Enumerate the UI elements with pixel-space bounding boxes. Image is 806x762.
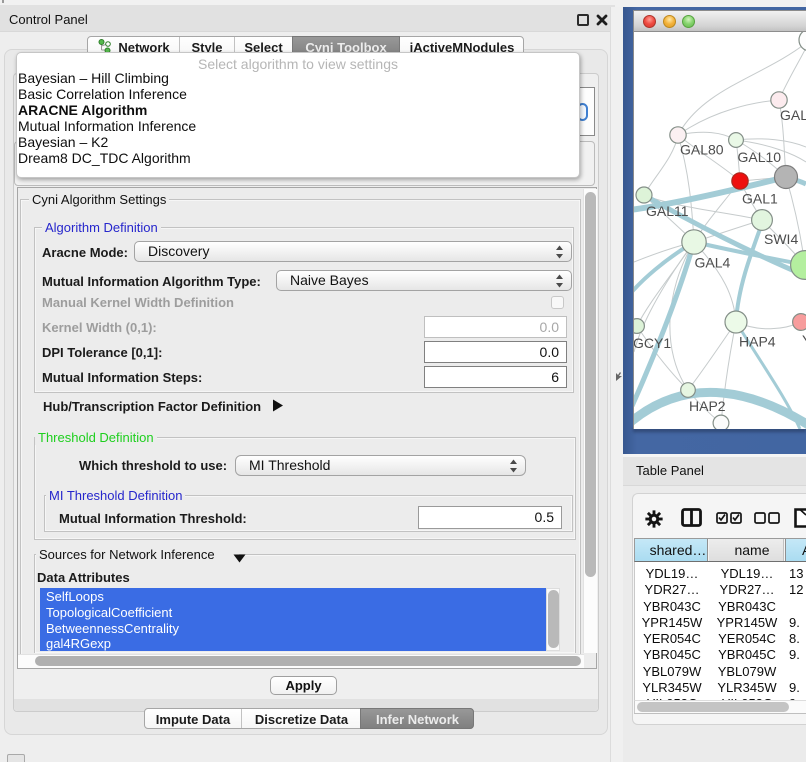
svg-text:GAL11: GAL11: [646, 203, 689, 219]
svg-text:GAL10: GAL10: [738, 149, 782, 165]
svg-text:GAL4: GAL4: [695, 255, 731, 271]
svg-text:GAL80: GAL80: [680, 142, 724, 158]
svg-text:GAL1: GAL1: [742, 191, 778, 207]
svg-text:HAP4: HAP4: [739, 334, 776, 350]
svg-text:HAP2: HAP2: [689, 398, 726, 414]
svg-text:GCY1: GCY1: [634, 335, 671, 351]
svg-text:GAL: GAL: [780, 107, 806, 123]
svg-text:SWI4: SWI4: [764, 231, 798, 247]
svg-text:Y: Y: [802, 332, 806, 348]
